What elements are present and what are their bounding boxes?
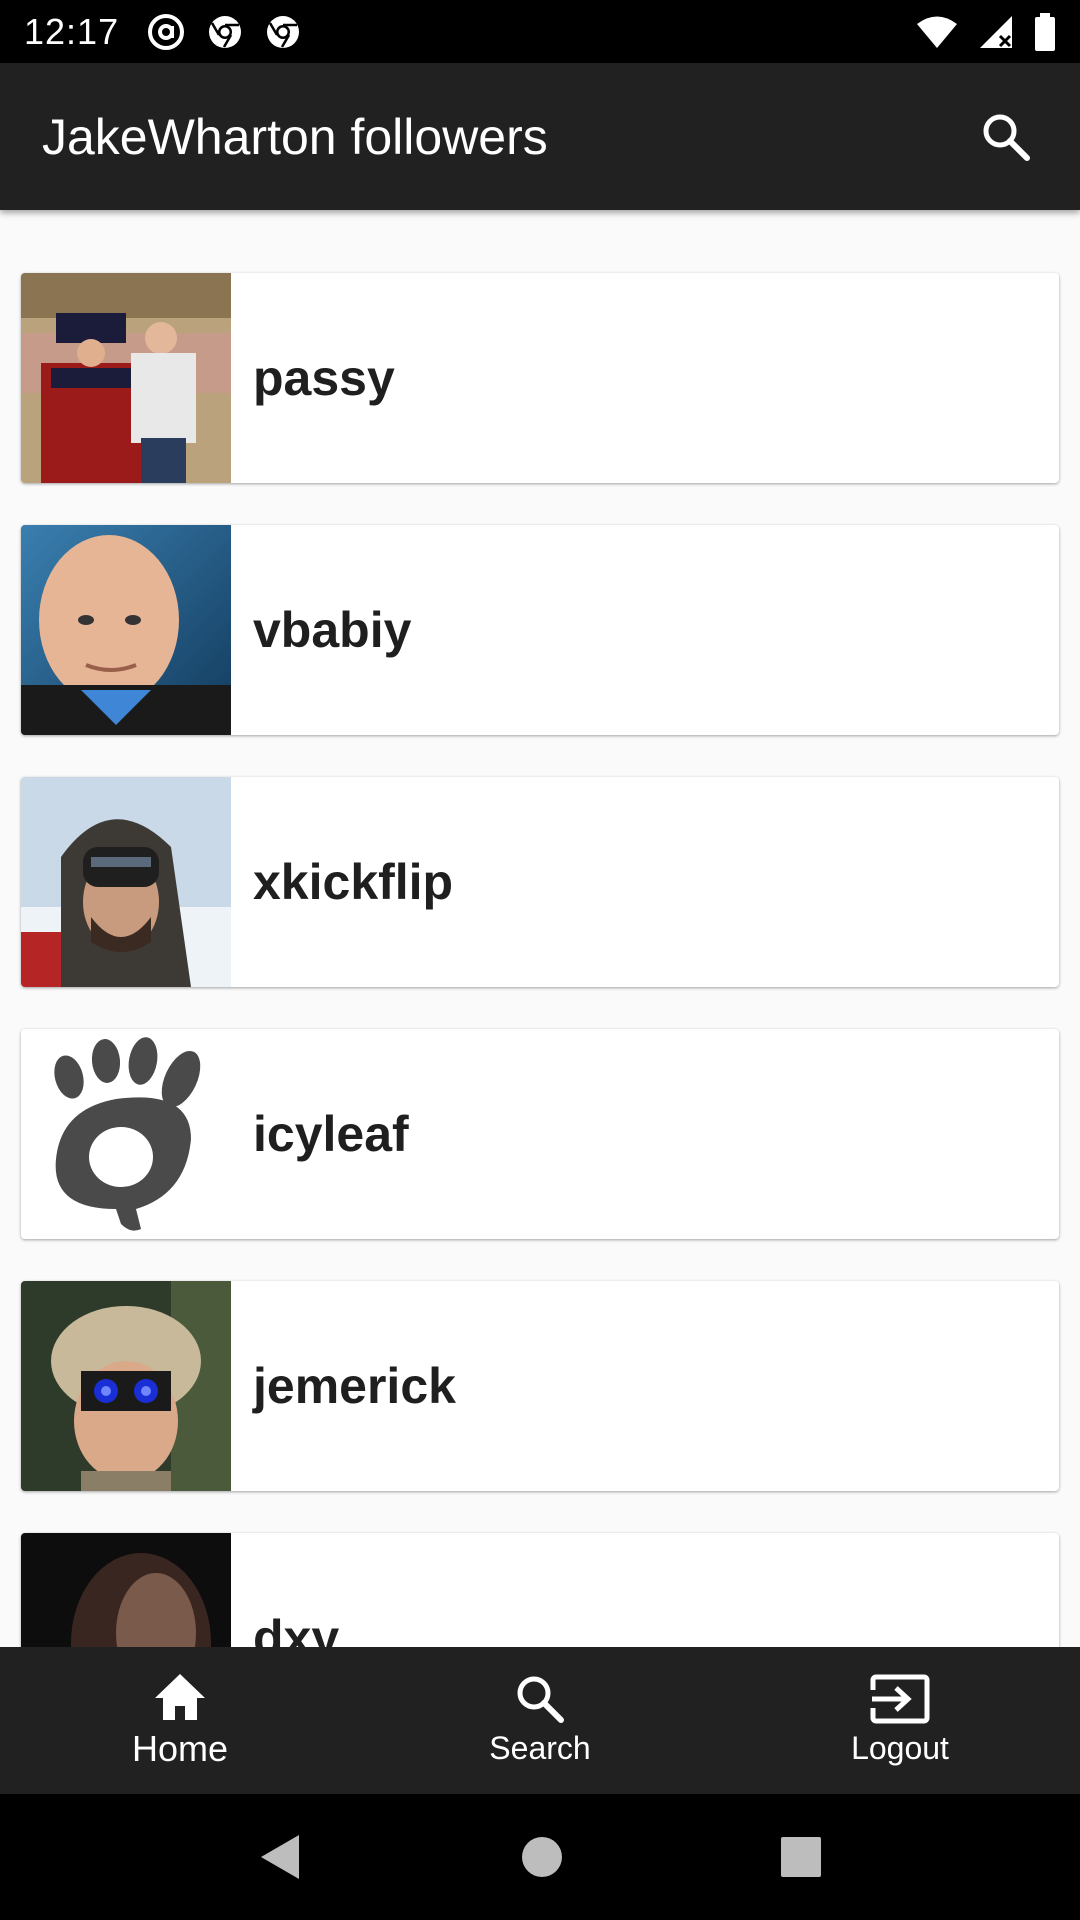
page-title: JakeWharton followers <box>42 108 548 165</box>
follower-card[interactable]: xkickflip <box>21 777 1059 987</box>
follower-username: xkickflip <box>253 854 454 910</box>
nav-home[interactable]: Home <box>0 1647 360 1794</box>
avatar <box>21 1281 231 1491</box>
home-icon <box>155 1673 205 1720</box>
app-bar: JakeWharton followers <box>0 63 1080 210</box>
chrome-icon <box>209 15 242 48</box>
avatar <box>21 777 231 987</box>
system-status-icons <box>916 12 1056 51</box>
status-time: 12:17 <box>24 10 120 52</box>
avatar <box>21 1533 231 1647</box>
follower-username: vbabiy <box>253 602 412 658</box>
toolbar-search-button[interactable] <box>974 105 1038 169</box>
at-sign-icon <box>148 13 185 50</box>
back-icon[interactable] <box>259 1833 303 1881</box>
status-bar: 12:17 <box>0 0 1080 63</box>
chrome-icon <box>267 15 300 48</box>
follower-card[interactable]: jemerick <box>21 1281 1059 1491</box>
signal-icon <box>980 15 1012 48</box>
avatar <box>21 525 231 735</box>
bottom-navigation: Home Search Logout <box>0 1647 1080 1794</box>
system-navigation-bar <box>0 1794 1080 1920</box>
search-icon <box>517 1676 564 1723</box>
battery-icon <box>1035 12 1055 51</box>
follower-card[interactable]: icyleaf <box>21 1029 1059 1239</box>
avatar <box>21 273 231 483</box>
follower-username: passy <box>253 350 395 406</box>
nav-logout-label: Logout <box>851 1730 949 1766</box>
search-icon <box>983 114 1030 161</box>
home-circle-icon[interactable] <box>521 1836 563 1878</box>
follower-card[interactable]: passy <box>21 273 1059 483</box>
avatar <box>21 1029 231 1239</box>
follower-card[interactable]: vbabiy <box>21 525 1059 735</box>
follower-username: icyleaf <box>253 1106 409 1162</box>
nav-logout[interactable]: Logout <box>720 1647 1080 1794</box>
nav-home-label: Home <box>131 1727 229 1769</box>
notification-icons <box>147 13 301 51</box>
recents-icon[interactable] <box>781 1837 821 1877</box>
follower-card[interactable]: dxy <box>21 1533 1059 1647</box>
nav-search[interactable]: Search <box>360 1647 720 1794</box>
follower-username: dxy <box>253 1610 340 1647</box>
nav-search-label: Search <box>489 1730 591 1766</box>
followers-list[interactable]: passy vbabiy xkickflip icyleaf jemerick … <box>0 210 1080 1647</box>
follower-username: jemerick <box>253 1358 456 1414</box>
wifi-icon <box>917 16 957 48</box>
logout-icon <box>870 1674 930 1724</box>
